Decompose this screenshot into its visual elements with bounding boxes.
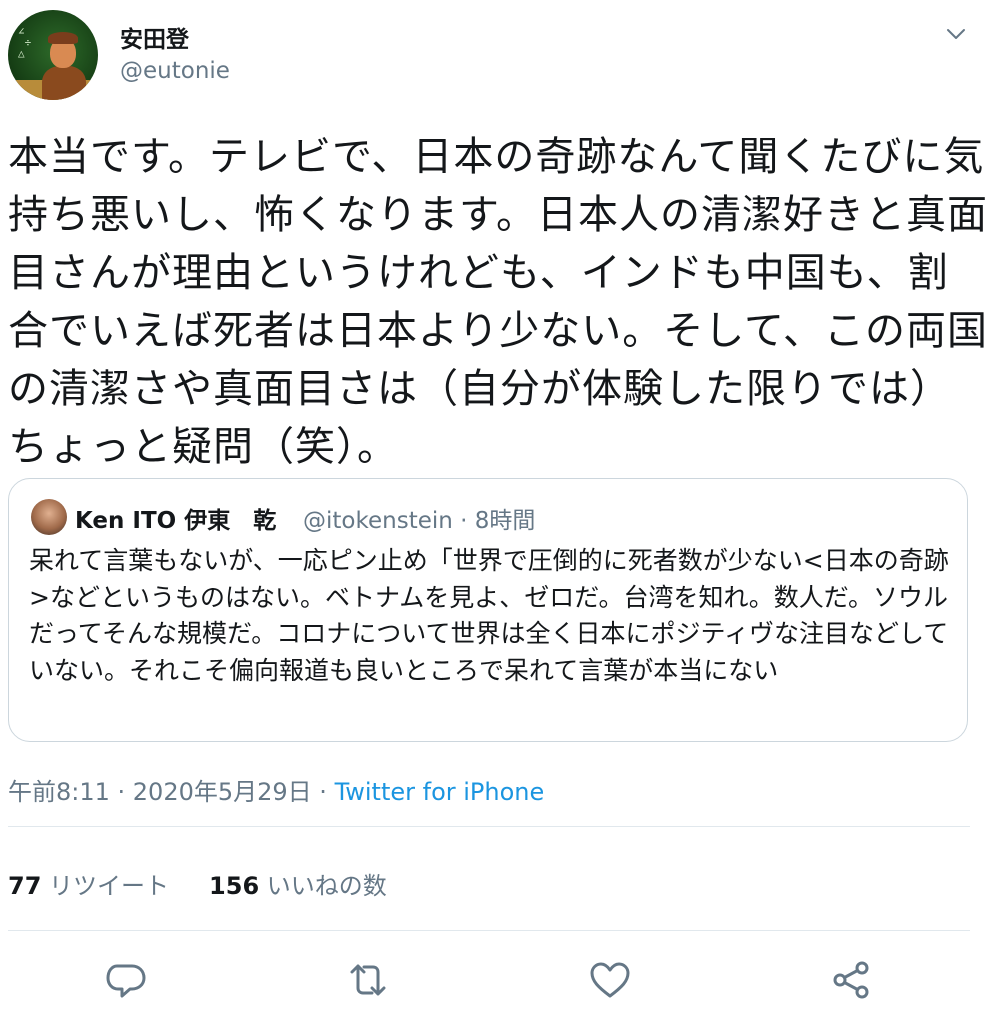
divider [8, 930, 970, 931]
retweets-label: リツイート [49, 872, 170, 900]
tweet-actions [0, 948, 999, 1008]
divider [8, 826, 970, 827]
quoted-author-handle-time: @itokenstein · 8時間 [303, 508, 536, 534]
author-avatar[interactable]: ∠ ÷ △ [8, 10, 98, 100]
author-handle[interactable]: @eutonie [120, 58, 230, 84]
author-name[interactable]: 安田登 [120, 20, 189, 54]
reply-icon[interactable] [104, 958, 148, 1002]
retweets-count: 77 [8, 872, 42, 900]
tweet-header: ∠ ÷ △ 安田登 @eutonie [0, 0, 999, 110]
meta-separator: · [311, 778, 335, 806]
tweet-timestamp[interactable]: 午前8:11 · 2020年5月29日 [8, 778, 312, 806]
chevron-down-icon[interactable] [944, 22, 968, 46]
likes-count: 156 [209, 872, 260, 900]
quoted-tweet-text: 呆れて言葉もないが、一応ピン止め「世界で圧倒的に死者数が少ない<日本の奇跡>など… [29, 546, 949, 685]
retweet-icon[interactable] [346, 958, 390, 1002]
tweet-meta: 午前8:11 · 2020年5月29日 · Twitter for iPhone [8, 772, 544, 807]
tweet-source-link[interactable]: Twitter for iPhone [335, 778, 545, 806]
tweet-text: 本当です。テレビで、日本の奇跡なんて聞くたびに気持ち悪いし、怖くなります。日本人… [8, 134, 988, 470]
likes-stat[interactable]: 156 いいねの数 [209, 872, 387, 900]
heart-icon[interactable] [588, 958, 632, 1002]
quoted-author-name: Ken ITO 伊東 乾 [75, 508, 277, 534]
quoted-author-avatar [31, 499, 67, 535]
retweets-stat[interactable]: 77 リツイート [8, 872, 169, 900]
quoted-tweet[interactable]: Ken ITO 伊東 乾 @itokenstein · 8時間 呆れて言葉もない… [8, 478, 968, 742]
share-icon[interactable] [830, 958, 874, 1002]
likes-label: いいねの数 [266, 872, 387, 900]
tweet-stats: 77 リツイート 156 いいねの数 [8, 866, 387, 901]
